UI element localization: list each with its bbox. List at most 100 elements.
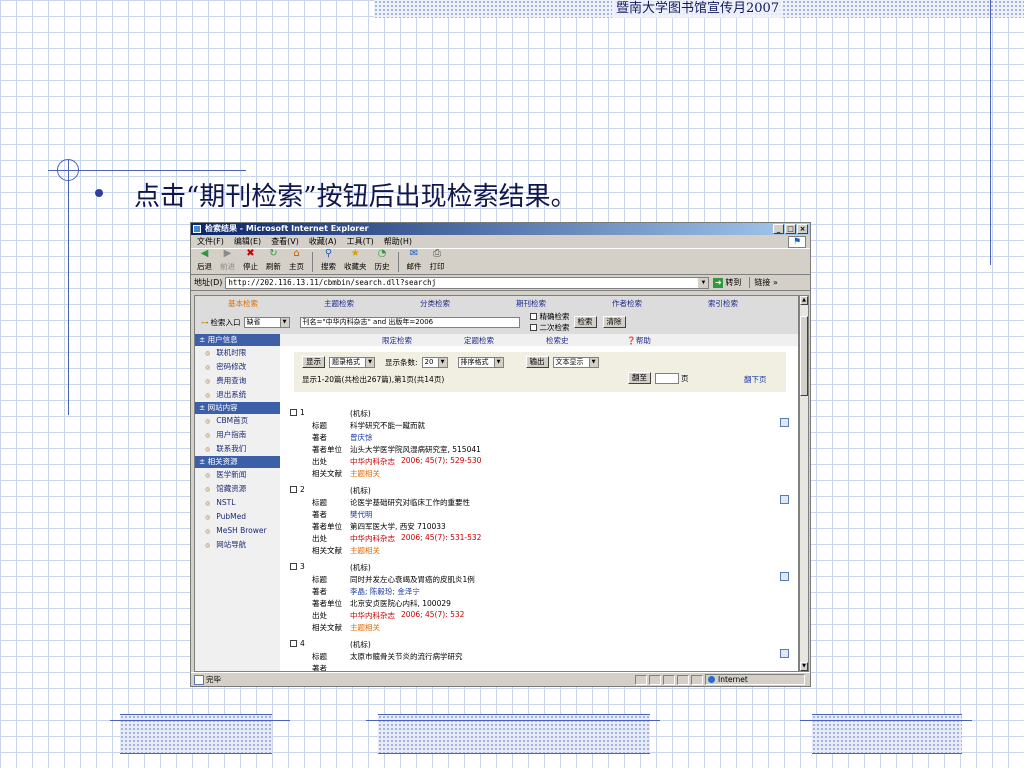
scroll-up-icon[interactable]: ▲ xyxy=(800,296,808,305)
record-source-detail: 2006; 45(7): 531-532 xyxy=(401,533,482,542)
scroll-down-icon[interactable]: ▼ xyxy=(800,662,808,671)
history-button[interactable]: ◔ 历史 xyxy=(375,248,390,272)
search-icon: ⚲ xyxy=(324,248,333,259)
record-related-link[interactable]: 主题相关 xyxy=(350,622,380,633)
document-icon[interactable] xyxy=(780,418,789,427)
minimize-button[interactable]: _ xyxy=(773,224,784,234)
search-query-input[interactable]: 刊名="中华内科杂志" and 出版年=2006 xyxy=(299,316,520,328)
sidebar-section-resources: ± 相关资源 xyxy=(195,456,280,468)
tab-journal-search[interactable]: 期刊检索 xyxy=(483,298,579,309)
scroll-thumb[interactable] xyxy=(800,316,808,396)
tab-topic-search[interactable]: 定题检索 xyxy=(464,335,494,346)
tab-index-search[interactable]: 索引检索 xyxy=(675,298,771,309)
record-affiliation: 汕头大学医学院风湿病研究室, 515041 xyxy=(350,445,481,454)
clear-button[interactable]: 清除 xyxy=(602,316,626,328)
output-button[interactable]: 输出 xyxy=(525,356,549,368)
tab-search-history[interactable]: 检索史 xyxy=(546,335,569,346)
home-button[interactable]: ⌂ 主页 xyxy=(289,248,304,272)
sidebar-item-mesh[interactable]: ◎ MeSH Brower xyxy=(195,524,280,538)
record-title[interactable]: 太原市髋骨关节炎的流行病学研究 xyxy=(350,651,463,662)
search-button[interactable]: ⚲ 搜索 xyxy=(321,248,336,272)
back-button[interactable]: ◀ 后退 xyxy=(197,248,212,272)
tab-limit-search[interactable]: 限定检索 xyxy=(382,335,412,346)
links-button[interactable]: 链接 » xyxy=(749,277,778,288)
menu-file[interactable]: 文件(F) xyxy=(197,236,224,247)
goto-page-button[interactable]: 翻至 xyxy=(628,372,651,384)
record-related-link[interactable]: 主题相关 xyxy=(350,545,380,556)
search-entry-select[interactable]: 缺省 ▼ xyxy=(243,316,290,328)
record-checkbox[interactable] xyxy=(290,563,297,570)
refresh-button[interactable]: ↻ 刷新 xyxy=(266,248,281,272)
vertical-scrollbar[interactable]: ▲ ▼ xyxy=(799,295,809,672)
results-summary: 显示1-20篇(共检出267篇),第1页(共14页) xyxy=(302,375,445,384)
status-bar: 完毕 Internet xyxy=(191,672,810,686)
forward-button[interactable]: ▶ 前进 xyxy=(220,248,235,272)
address-input[interactable]: http://202.116.13.11/cbmbin/search.dll?s… xyxy=(225,276,710,289)
document-icon[interactable] xyxy=(780,495,789,504)
maximize-button[interactable]: □ xyxy=(785,224,796,234)
sidebar-item-contact[interactable]: ◎ 联系我们 xyxy=(195,442,280,456)
sidebar-item-nstl[interactable]: ◎ NSTL xyxy=(195,496,280,510)
page-content: 基本检索 主题检索 分类检索 期刊检索 作者检索 索引检索 ⊶ 检索入口 缺省 ▼… xyxy=(194,295,799,672)
secondary-search-checkbox[interactable] xyxy=(529,324,537,331)
print-button[interactable]: ⎙ 打印 xyxy=(430,248,445,272)
search-submit-button[interactable]: 检索 xyxy=(573,316,597,328)
sidebar-item-site-nav[interactable]: ◎ 网站导航 xyxy=(195,538,280,552)
record-author[interactable]: 李晶; 陈毅玢; 金泽宁 xyxy=(350,586,420,597)
favorites-button[interactable]: ★ 收藏夹 xyxy=(344,248,367,272)
document-icon[interactable] xyxy=(780,572,789,581)
window-titlebar[interactable]: 检索结果 - Microsoft Internet Explorer _ □ × xyxy=(191,223,810,235)
record-title[interactable]: 科学研究不能一蹴而就 xyxy=(350,420,425,431)
record-journal[interactable]: 中华内科杂志 xyxy=(350,610,395,621)
record-author[interactable]: 樊代明 xyxy=(350,509,373,520)
close-button[interactable]: × xyxy=(797,224,808,234)
count-select[interactable]: 20 ▼ xyxy=(421,356,448,368)
record-author[interactable]: 曾庆馀 xyxy=(350,432,373,443)
record-title[interactable]: 同时并发左心衰竭及胃癌的皮肌炎1例 xyxy=(350,574,475,585)
tab-subject-search[interactable]: 主题检索 xyxy=(291,298,387,309)
format-select[interactable]: 题录格式 ▼ xyxy=(329,356,375,368)
record-source-detail: 2006; 45(7): 529-530 xyxy=(401,456,482,465)
record-checkbox[interactable] xyxy=(290,640,297,647)
precise-search-checkbox[interactable] xyxy=(529,313,537,320)
record-checkbox[interactable] xyxy=(290,409,297,416)
record-journal[interactable]: 中华内科杂志 xyxy=(350,533,395,544)
sidebar-item-user-guide[interactable]: ◎ 用户指南 xyxy=(195,428,280,442)
menu-tools[interactable]: 工具(T) xyxy=(347,236,374,247)
sort-select[interactable]: 排序格式 ▼ xyxy=(457,356,504,368)
tab-classification-search[interactable]: 分类检索 xyxy=(387,298,483,309)
search-row: ⊶ 检索入口 缺省 ▼ 刊名="中华内科杂志" and 出版年=2006 精确检索… xyxy=(195,310,798,334)
tab-basic-search[interactable]: 基本检索 xyxy=(195,298,291,309)
sidebar-item-pubmed[interactable]: ◎ PubMed xyxy=(195,510,280,524)
page-number-input[interactable] xyxy=(655,372,679,384)
record-journal[interactable]: 中华内科杂志 xyxy=(350,456,395,467)
mail-button[interactable]: ✉ 邮件 xyxy=(407,248,422,272)
output-format-select[interactable]: 文本显示 ▼ xyxy=(552,356,599,368)
stop-button[interactable]: ✖ 停止 xyxy=(243,248,258,272)
display-button[interactable]: 显示 xyxy=(302,356,325,368)
tab-help[interactable]: ❓帮助 xyxy=(627,335,651,346)
sidebar-item-cbm-home[interactable]: ◎ CBM首页 xyxy=(195,414,280,428)
sidebar-item-logout[interactable]: ◎ 退出系统 xyxy=(195,388,280,402)
slide-header-title: 暨南大学图书馆宣传月2007 xyxy=(612,0,784,18)
record-related-link[interactable]: 主题相关 xyxy=(350,468,380,479)
menu-help[interactable]: 帮助(H) xyxy=(384,236,412,247)
tab-author-search[interactable]: 作者检索 xyxy=(579,298,675,309)
address-dropdown-icon[interactable]: ▼ xyxy=(698,277,709,288)
record-checkbox[interactable] xyxy=(290,486,297,493)
sidebar-item-password[interactable]: ◎ 密码修改 xyxy=(195,360,280,374)
menu-favorites[interactable]: 收藏(A) xyxy=(309,236,337,247)
browser-toolbar: ◀ 后退 ▶ 前进 ✖ 停止 ↻ 刷新 ⌂ 主页 ⚲ 搜索 ★ 收藏夹 ◔ 历史… xyxy=(191,248,810,275)
next-page-link[interactable]: 翻下页 xyxy=(744,374,767,385)
sidebar-item-holdings[interactable]: ◎ 馆藏资源 xyxy=(195,482,280,496)
menu-view[interactable]: 查看(V) xyxy=(271,236,299,247)
sidebar-item-online-time[interactable]: ◎ 联机时限 xyxy=(195,346,280,360)
sidebar-item-fees[interactable]: ◎ 费用查询 xyxy=(195,374,280,388)
record-type: (机标) xyxy=(350,640,371,649)
record-number: 1 xyxy=(300,408,305,417)
sidebar-item-news[interactable]: ◎ 医学新闻 xyxy=(195,468,280,482)
go-button[interactable]: ➔ 转到 xyxy=(713,277,741,288)
document-icon[interactable] xyxy=(780,649,789,658)
record-title[interactable]: 论医学基础研究对临床工作的重要性 xyxy=(350,497,470,508)
menu-edit[interactable]: 编辑(E) xyxy=(234,236,261,247)
